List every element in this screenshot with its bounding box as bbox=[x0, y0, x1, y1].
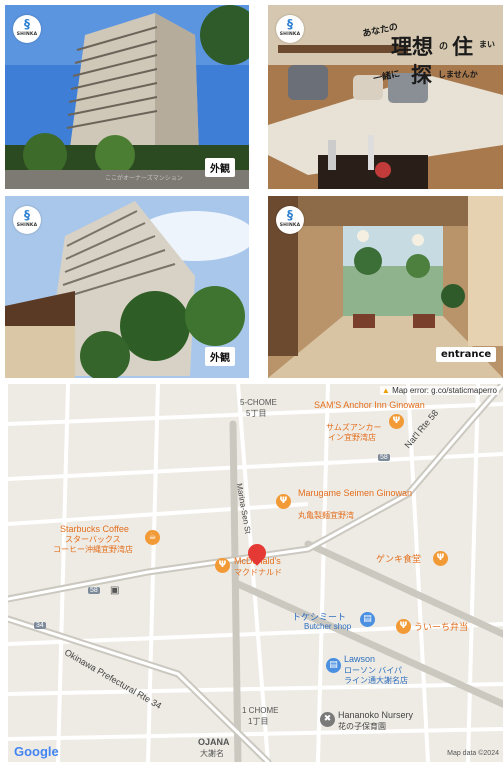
poi-name: ゲンキ食堂 bbox=[376, 554, 422, 564]
map-error-text: Map error: g.co/staticmaperro bbox=[392, 386, 497, 395]
poi-name-jp: 花の子保育園 bbox=[338, 722, 386, 731]
shinka-logo-mark-icon: § bbox=[24, 208, 30, 222]
shinka-logo-mark-icon: § bbox=[287, 17, 293, 31]
restaurant-icon: Ψ bbox=[215, 558, 230, 573]
cafe-icon: ☕ bbox=[145, 530, 160, 545]
photo-tag: 外観 bbox=[205, 347, 235, 366]
warning-icon: ▲ bbox=[381, 386, 390, 395]
shinka-logo-text: SHINKA bbox=[279, 32, 301, 37]
poi-name: Lawson bbox=[344, 654, 376, 664]
poi-name-jp: ライン通大謝名店 bbox=[344, 676, 408, 685]
poi-name-jp: 丸亀製麺宜野湾 bbox=[298, 511, 354, 520]
poi-name-jp: イン宜野湾店 bbox=[328, 433, 376, 442]
school-icon: ✖ bbox=[320, 712, 335, 727]
restaurant-icon: Ψ bbox=[276, 494, 291, 509]
photo-watermark: ここがオーナーズマンション bbox=[105, 175, 183, 182]
poi-name: ういーち弁当 bbox=[414, 622, 469, 632]
poi-name-jp: マクドナルド bbox=[234, 568, 282, 577]
poi-name: Marugame Seimen Ginowan bbox=[298, 488, 413, 498]
static-map[interactable]: ▲ Map error: g.co/staticmaperro 5-CHOME … bbox=[8, 384, 503, 762]
poi-name: Hananoko Nursery bbox=[338, 710, 414, 720]
shinka-logo-text: SHINKA bbox=[16, 32, 38, 37]
copy-risou: 理想 bbox=[391, 35, 433, 59]
district-label-jp: 5丁目 bbox=[246, 409, 267, 418]
restaurant-icon: Ψ bbox=[389, 414, 404, 429]
google-logo: Google bbox=[14, 744, 59, 759]
district-label: 5-CHOME bbox=[240, 398, 277, 407]
route-shield: 58 bbox=[88, 587, 100, 594]
shop-icon: ▤ bbox=[360, 612, 375, 627]
shinka-logo-text: SHINKA bbox=[279, 223, 301, 228]
poi-name: SAM'S Anchor Inn Ginowan bbox=[314, 400, 425, 410]
copy-mai: まい bbox=[479, 40, 495, 49]
shinka-logo-text: SHINKA bbox=[16, 223, 38, 228]
shinka-logo: § SHINKA bbox=[276, 15, 304, 43]
area-label: OJANA bbox=[198, 737, 230, 747]
photo-building-palms[interactable]: § SHINKA 外観 bbox=[5, 196, 249, 378]
shopping-icon: ▤ bbox=[326, 658, 341, 673]
route-shield: 34 bbox=[34, 622, 46, 629]
copy-sagasu: 探 bbox=[411, 63, 432, 87]
copy-no: の bbox=[439, 42, 449, 52]
map-attribution[interactable]: Map data ©2024 bbox=[447, 750, 499, 757]
shinka-logo-mark-icon: § bbox=[24, 17, 30, 31]
restaurant-icon: Ψ bbox=[433, 551, 448, 566]
map-error-notice: ▲ Map error: g.co/staticmaperro bbox=[379, 386, 499, 395]
bus-stop-icon: ▣ bbox=[110, 585, 120, 596]
poi-name-jp: コーヒー沖縄宜野湾店 bbox=[53, 545, 133, 554]
shinka-logo-mark-icon: § bbox=[287, 208, 293, 222]
district-label-jp: 1丁目 bbox=[248, 717, 269, 726]
area-label-jp: 大謝名 bbox=[200, 749, 224, 758]
photo-building-exterior[interactable]: § SHINKA ここがオーナーズマンション 外観 bbox=[5, 5, 249, 189]
poi-name: Starbucks Coffee bbox=[60, 524, 129, 534]
photo-living-room[interactable]: § SHINKA あなたの 理想 の 住 まい 一緒に 探 しませんか bbox=[268, 5, 503, 189]
photo-tag: entrance bbox=[436, 347, 497, 362]
district-label: 1 CHOME bbox=[242, 706, 279, 715]
shinka-logo: § SHINKA bbox=[13, 206, 41, 234]
shinka-logo: § SHINKA bbox=[13, 15, 41, 43]
shinka-logo: § SHINKA bbox=[276, 206, 304, 234]
copy-sumai: 住 bbox=[452, 35, 473, 59]
photo-entrance[interactable]: § SHINKA entrance bbox=[268, 196, 503, 378]
restaurant-icon: Ψ bbox=[396, 619, 411, 634]
poi-category: Butcher shop bbox=[304, 622, 352, 631]
copy-shimasenka: しませんか bbox=[438, 70, 478, 79]
photo-tag: 外観 bbox=[205, 158, 235, 177]
route-shield: 58 bbox=[378, 454, 390, 461]
